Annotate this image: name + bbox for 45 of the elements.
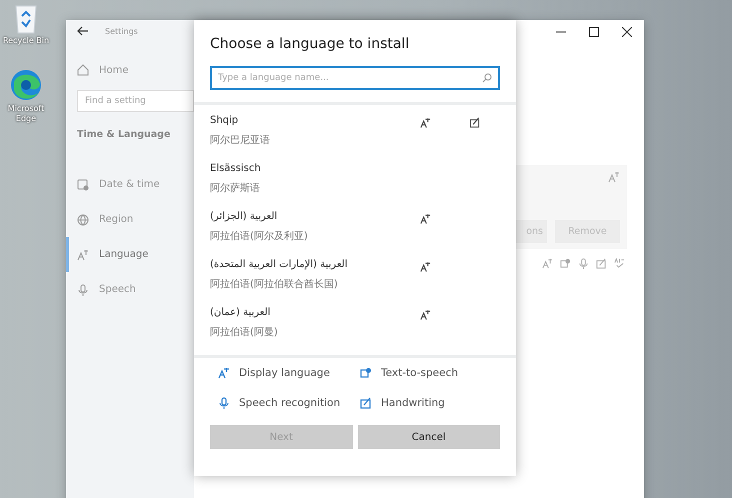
desktop-icon-label[interactable]: Recycle Bin [2,36,50,46]
language-native-name: 阿拉伯语(阿拉伯联合酋长国) [210,278,339,291]
legend-label: Display language [239,367,330,379]
legend-label: Text-to-speech [381,367,458,379]
microphone-icon [77,284,89,296]
search-icon [482,73,492,83]
nav-item[interactable]: Date & time [66,167,194,202]
language-native-name: 阿拉伯语(阿曼) [210,326,279,339]
microphone-icon [578,258,589,269]
language-native-name: 阿尔萨斯语 [210,182,261,195]
language-icon [542,258,553,269]
language-name[interactable]: Shqip [210,115,400,126]
dialog-button[interactable]: Cancel [358,425,500,449]
home-icon [77,64,89,76]
dialog-title: Choose a language to install [209,35,410,54]
language-native-name: 阿尔巴尼亚语 [210,134,271,147]
search-field[interactable]: Type a language name... [210,66,500,90]
language-native-name: 阿拉伯语(阿尔及利亚) [210,230,309,243]
browser-icon[interactable] [9,68,43,102]
close-icon[interactable] [622,27,632,37]
language-name[interactable]: العربية (الجزائر) [210,211,400,222]
language-icon [218,367,230,379]
language-name[interactable]: Elsässisch [210,163,400,174]
legend-label: Handwriting [381,397,445,409]
calendar-clock-icon [77,178,89,190]
nav-item[interactable]: Home [99,64,129,76]
speech-bubble-icon [360,367,372,379]
speech-bubble-icon [560,258,571,269]
back-arrow-icon[interactable] [77,26,89,36]
legend-label: Speech recognition [239,397,340,409]
pen-icon [360,397,372,409]
maximize-icon[interactable] [589,27,599,37]
spellcheck-icon [614,258,625,269]
globe-icon [77,214,89,226]
language-icon [608,171,620,183]
nav-item[interactable]: Speech [66,272,194,307]
desktop-icon-label[interactable]: Microsoft Edge [0,104,52,124]
language-name[interactable]: العربية (الإمارات العربية المتحدة) [210,259,400,270]
pen-icon [596,258,607,269]
nav-item[interactable]: Region [66,202,194,237]
window-title: Settings [105,26,138,36]
section-heading: Time & Language [76,129,172,140]
microphone-icon [218,397,230,409]
language-icon [77,248,89,260]
language-name[interactable]: العربية (عمان) [210,307,400,318]
